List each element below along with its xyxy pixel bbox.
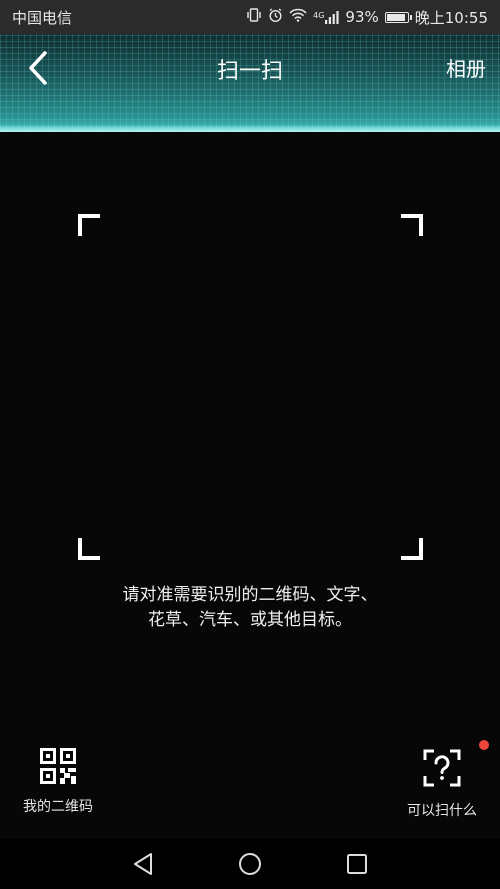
- vibrate-icon: [246, 8, 262, 26]
- carrier-label: 中国电信: [12, 8, 73, 27]
- clock: 晚上10:55: [414, 8, 488, 27]
- question-scan-icon: [423, 749, 461, 787]
- scan-hint: 请对准需要识别的二维码、文字、 花草、汽车、或其他目标。: [0, 583, 500, 633]
- system-nav-bar: [0, 839, 500, 889]
- nav-back-button[interactable]: [123, 844, 163, 884]
- what-can-scan-button[interactable]: 可以扫什么: [394, 740, 490, 820]
- scan-hint-line-2: 花草、汽车、或其他目标。: [148, 610, 352, 630]
- help-icon-wrap: [422, 740, 489, 788]
- alarm-icon: [268, 7, 283, 27]
- notification-badge: [479, 740, 489, 750]
- chevron-left-icon: [29, 51, 47, 85]
- wifi-icon: [289, 8, 307, 26]
- frame-corner-bottom-left: [78, 538, 100, 560]
- nav-back-icon: [134, 853, 153, 875]
- nav-home-icon: [238, 853, 261, 875]
- battery-level: [386, 13, 406, 21]
- scan-header: 扫一扫 相册: [0, 34, 500, 132]
- status-icons: 4G 93% 晚上10:55: [246, 7, 488, 28]
- frame-corner-top-left: [78, 214, 100, 236]
- battery-icon: [384, 11, 412, 23]
- nav-recent-button[interactable]: [337, 844, 377, 884]
- network-type: 4G: [313, 10, 325, 20]
- battery-percent: 93%: [345, 8, 379, 26]
- my-qr-code-label: 我的二维码: [23, 799, 93, 815]
- what-can-scan-label: 可以扫什么: [407, 803, 477, 819]
- scan-frame: [78, 214, 423, 560]
- signal-icon: 4G: [313, 10, 340, 24]
- frame-corner-bottom-right: [401, 538, 423, 560]
- nav-recent-icon: [346, 854, 367, 874]
- qr-code-icon: [40, 748, 76, 784]
- page-title: 扫一扫: [216, 59, 283, 84]
- scan-hint-line-1: 请对准需要识别的二维码、文字、: [122, 585, 378, 605]
- back-button[interactable]: [18, 48, 58, 88]
- status-bar: 中国电信 4G 93% 晚上10:55: [0, 0, 500, 34]
- frame-corner-top-right: [401, 214, 423, 236]
- my-qr-code-button[interactable]: 我的二维码: [10, 748, 106, 816]
- nav-home-button[interactable]: [230, 844, 270, 884]
- album-button[interactable]: 相册: [446, 53, 486, 82]
